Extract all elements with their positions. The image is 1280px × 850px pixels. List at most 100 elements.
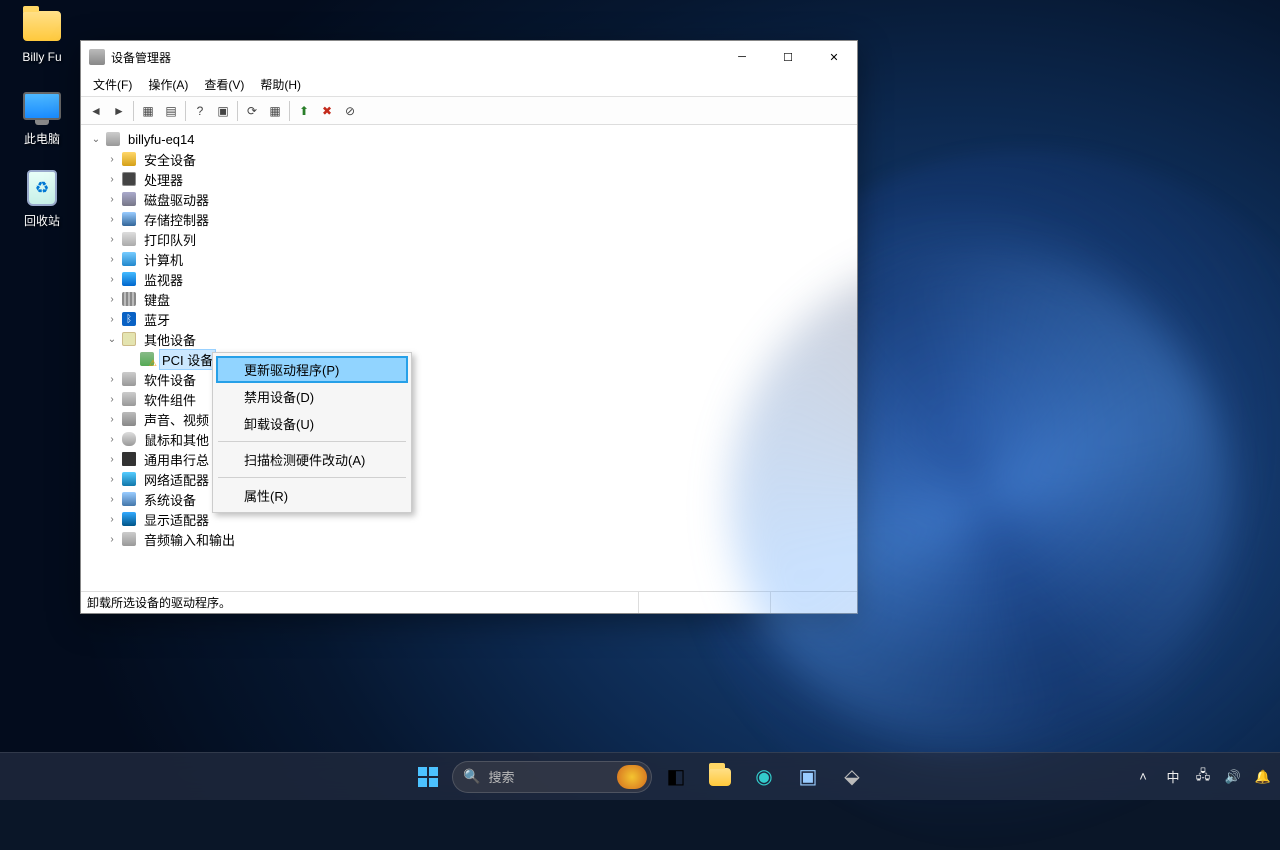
chevron-icon[interactable]: ›	[105, 494, 119, 505]
minimize-button[interactable]: ─	[719, 41, 765, 73]
app-button[interactable]: ⬙	[832, 757, 872, 797]
start-button[interactable]	[408, 757, 448, 797]
chevron-icon[interactable]: ›	[105, 474, 119, 485]
chevron-icon[interactable]: ›	[105, 154, 119, 165]
tree-node[interactable]: ›网络适配器	[83, 469, 855, 489]
context-menu-item[interactable]: 卸载设备(U)	[216, 410, 408, 437]
context-menu-item[interactable]: 禁用设备(D)	[216, 383, 408, 410]
tray-overflow-button[interactable]: ˄	[1134, 769, 1152, 784]
device-icon	[121, 371, 137, 387]
chevron-icon[interactable]: ›	[105, 534, 119, 545]
maximize-button[interactable]: ☐	[765, 41, 811, 73]
context-menu-item[interactable]: 更新驱动程序(P)	[216, 356, 408, 383]
device-icon	[121, 151, 137, 167]
tree-node[interactable]: ›监视器	[83, 269, 855, 289]
task-view-button[interactable]: ◧	[656, 757, 696, 797]
context-menu-item[interactable]: 属性(R)	[216, 482, 408, 509]
tree-node[interactable]: ›系统设备	[83, 489, 855, 509]
desktop-icon-recycle-bin[interactable]: 回收站	[8, 168, 76, 229]
desktop-icon-user-folder[interactable]: Billy Fu	[8, 6, 76, 64]
update-driver-button[interactable]: ⬆	[293, 100, 315, 122]
desktop-icon-label: 回收站	[8, 212, 76, 229]
menu-file[interactable]: 文件(F)	[85, 74, 140, 95]
taskbar-search[interactable]: 🔍 搜索	[452, 761, 652, 793]
show-hide-console-button[interactable]: ▦	[137, 100, 159, 122]
chevron-icon[interactable]: ›	[105, 234, 119, 245]
chevron-icon[interactable]: ›	[105, 514, 119, 525]
device-icon	[121, 531, 137, 547]
tree-node[interactable]: ›软件设备	[83, 369, 855, 389]
tree-node[interactable]: ›键盘	[83, 289, 855, 309]
add-legacy-button[interactable]: ▦	[264, 100, 286, 122]
chevron-icon[interactable]: ›	[105, 434, 119, 445]
tree-node[interactable]: › 计算机	[83, 249, 855, 269]
chevron-icon[interactable]: ›	[105, 394, 119, 405]
chevron-icon[interactable]: ⌄	[105, 334, 119, 345]
store-button[interactable]: ▣	[788, 757, 828, 797]
back-button[interactable]: ◄	[85, 100, 107, 122]
device-icon	[121, 391, 137, 407]
tree-node[interactable]: › 软件组件	[83, 389, 855, 409]
tree-node[interactable]: › 音频输入和输出	[83, 529, 855, 549]
network-icon[interactable]: 🖧	[1194, 766, 1212, 788]
tree-node-label: 声音、视频	[141, 409, 212, 430]
notifications-icon[interactable]: 🔔	[1254, 769, 1272, 785]
tree-node-label: 打印队列	[141, 229, 199, 250]
context-menu: 更新驱动程序(P)禁用设备(D)卸载设备(U) 扫描检测硬件改动(A) 属性(R)	[212, 352, 412, 513]
tree-node[interactable]: ⌄ 其他设备	[83, 329, 855, 349]
tree-node-label: 其他设备	[141, 329, 199, 350]
desktop-icon-this-pc[interactable]: 此电脑	[8, 86, 76, 147]
windows-logo-icon	[418, 767, 438, 787]
scan-hardware-button[interactable]: ⟳	[241, 100, 263, 122]
help-button[interactable]: ?	[189, 100, 211, 122]
titlebar[interactable]: 设备管理器 ─ ☐ ✕	[81, 41, 857, 73]
tree-node[interactable]: ›ᛒ蓝牙	[83, 309, 855, 329]
tree-node-label: 软件组件	[141, 389, 199, 410]
tree-node[interactable]: ›鼠标和其他	[83, 429, 855, 449]
chevron-icon[interactable]: ›	[105, 454, 119, 465]
uninstall-button[interactable]: ✖	[316, 100, 338, 122]
file-explorer-button[interactable]	[700, 757, 740, 797]
tree-node[interactable]: ›安全设备	[83, 149, 855, 169]
tree-node[interactable]: › 声音、视频	[83, 409, 855, 429]
tree-node[interactable]: ⌄billyfu-eq14	[83, 129, 855, 149]
search-placeholder: 搜索	[488, 767, 514, 786]
menu-action[interactable]: 操作(A)	[140, 74, 196, 95]
chevron-icon[interactable]: ⌄	[89, 134, 103, 145]
context-menu-item[interactable]: 扫描检测硬件改动(A)	[216, 446, 408, 473]
device-icon	[121, 291, 137, 307]
ime-indicator[interactable]: 中	[1164, 767, 1182, 786]
forward-button[interactable]: ►	[108, 100, 130, 122]
action-button[interactable]: ▣	[212, 100, 234, 122]
chevron-icon[interactable]: ›	[105, 414, 119, 425]
properties-button[interactable]: ▤	[160, 100, 182, 122]
tree-node[interactable]: ›显示适配器	[83, 509, 855, 529]
chevron-icon[interactable]: ›	[105, 294, 119, 305]
device-icon	[121, 471, 137, 487]
menu-help[interactable]: 帮助(H)	[252, 74, 309, 95]
volume-icon[interactable]: 🔊	[1224, 769, 1242, 785]
context-menu-separator	[218, 477, 406, 478]
tree-node[interactable]: ›存储控制器	[83, 209, 855, 229]
device-tree[interactable]: ⌄billyfu-eq14›安全设备›处理器›磁盘驱动器›存储控制器›打印队列›…	[81, 125, 857, 591]
close-button[interactable]: ✕	[811, 41, 857, 73]
disable-button[interactable]: ⊘	[339, 100, 361, 122]
edge-button[interactable]: ◉	[744, 757, 784, 797]
tree-node[interactable]: › 打印队列	[83, 229, 855, 249]
tree-node[interactable]: › 通用串行总	[83, 449, 855, 469]
chevron-icon[interactable]: ›	[105, 254, 119, 265]
search-highlight-icon	[617, 765, 647, 789]
chevron-icon[interactable]: ›	[105, 174, 119, 185]
chevron-icon[interactable]: ›	[105, 314, 119, 325]
tree-node[interactable]: PCI 设备	[83, 349, 855, 369]
tree-node-label: 计算机	[141, 249, 186, 270]
chevron-icon[interactable]: ›	[105, 374, 119, 385]
chevron-icon[interactable]: ›	[105, 214, 119, 225]
tree-node[interactable]: ›磁盘驱动器	[83, 189, 855, 209]
menu-view[interactable]: 查看(V)	[196, 74, 252, 95]
chevron-icon[interactable]: ›	[105, 274, 119, 285]
tree-node-label: 通用串行总	[141, 449, 212, 470]
tree-node[interactable]: ›处理器	[83, 169, 855, 189]
chevron-icon[interactable]: ›	[105, 194, 119, 205]
tree-node-label: 音频输入和输出	[141, 529, 238, 550]
